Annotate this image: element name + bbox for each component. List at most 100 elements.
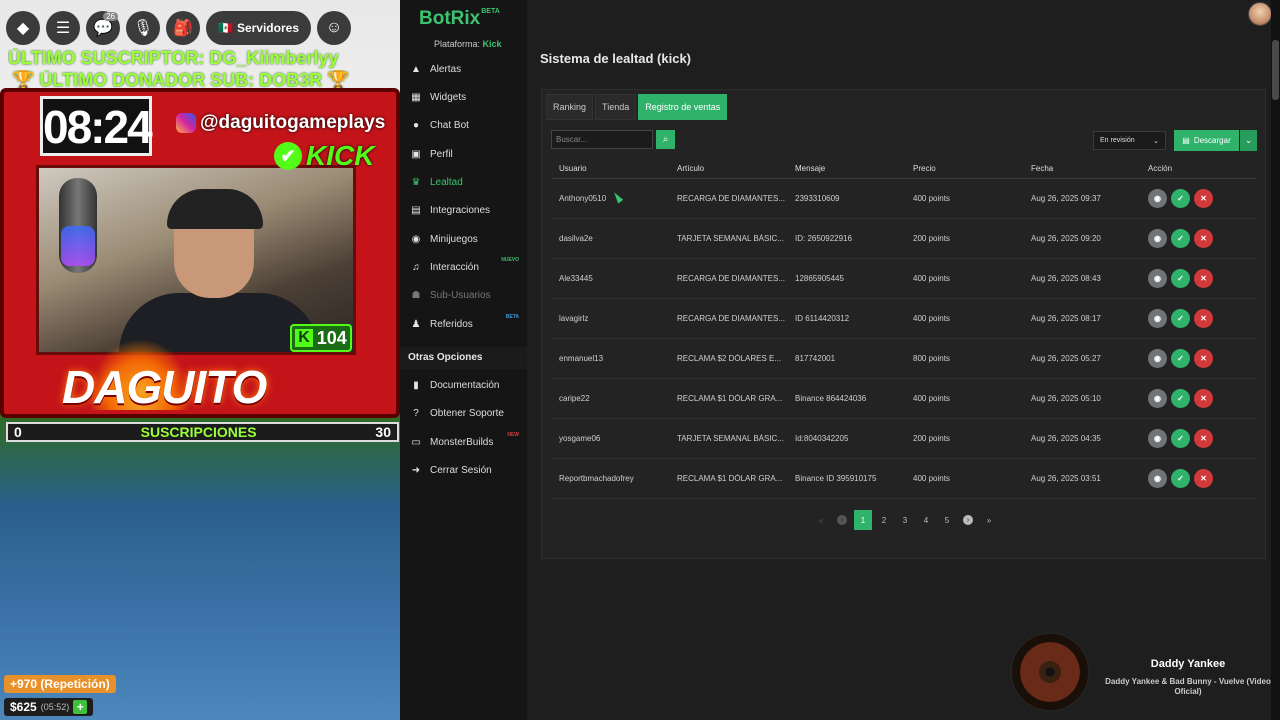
column-header-precio[interactable]: Precio [905, 164, 1023, 173]
tab-registro-ventas[interactable]: Registro de ventas [638, 94, 728, 120]
stream-overlay: ◆ ☰ 💬 26 🎙 🎒 🇲🇽 Servidores ☺ ÚLTIMO SUSCRI… [0, 0, 400, 720]
sidebar-item-integraciones[interactable]: ▤ Integraciones [400, 198, 527, 222]
sidebar-item-monsterbuilds[interactable]: ▭ MonsterBuilds NEW [400, 430, 527, 454]
instagram-handle: @daguitogameplays [176, 112, 385, 134]
table-row: Anthony0510 RECARGA DE DIAMANTES... 239331… [551, 179, 1257, 219]
kick-logo-icon: K [295, 329, 313, 347]
column-header-mensaje[interactable]: Mensaje [787, 164, 905, 173]
servers-button[interactable]: 🇲🇽 Servidores [206, 11, 311, 45]
cell-accion: ◉ ✓ ✕ [1140, 469, 1257, 488]
cell-usuario: Ale33445 [559, 274, 593, 283]
cell-usuario: yosgame06 [559, 434, 601, 443]
eye-icon[interactable]: ◉ [1148, 469, 1167, 488]
approve-check-icon[interactable]: ✓ [1171, 229, 1190, 248]
reject-x-icon[interactable]: ✕ [1194, 469, 1213, 488]
sidebar-item-documentacion[interactable]: ▮ Documentación [400, 373, 527, 397]
eye-icon[interactable]: ◉ [1148, 429, 1167, 448]
sidebar-item-soporte[interactable]: ? Obtener Soporte [400, 401, 527, 425]
approve-check-icon[interactable]: ✓ [1171, 469, 1190, 488]
page-5-button[interactable]: 5 [938, 510, 956, 530]
backpack-icon[interactable]: 🎒 [166, 11, 200, 45]
sidebar-item-label: Sub-Usuarios [430, 289, 491, 301]
page-1-button[interactable]: 1 [854, 510, 872, 530]
sidebar-item-widgets[interactable]: ▦ Widgets [400, 85, 527, 109]
sidebar-item-label: Widgets [430, 91, 467, 103]
approve-check-icon[interactable]: ✓ [1171, 309, 1190, 328]
page-4-button[interactable]: 4 [917, 510, 935, 530]
reject-x-icon[interactable]: ✕ [1194, 349, 1213, 368]
cell-mensaje: Id:8040342205 [795, 434, 849, 443]
chevron-left-icon[interactable]: ‹ [833, 510, 851, 530]
bot-icon: ● [412, 119, 420, 131]
eye-icon[interactable]: ◉ [1148, 309, 1167, 328]
sidebar-item-label: Interacción [430, 261, 479, 273]
sidebar-item-perfil[interactable]: ▣ Perfil [400, 142, 527, 166]
table-row: Ale33445 RECARGA DE DIAMANTES... 128659054… [551, 259, 1257, 299]
approve-check-icon[interactable]: ✓ [1171, 389, 1190, 408]
tab-tienda[interactable]: Tienda [595, 94, 637, 120]
sidebar-item-chat-bot[interactable]: ● Chat Bot [400, 113, 527, 137]
table-row: Reportbmachadofrey RECLAMA $1 DÓLAR GRA..… [551, 459, 1257, 499]
sidebar-item-sub-usuarios[interactable]: ☗ Sub-Usuarios [400, 283, 527, 307]
approve-check-icon[interactable]: ✓ [1171, 349, 1190, 368]
cell-precio: 200 points [913, 434, 950, 443]
hamburger-icon[interactable]: ☰ [46, 11, 80, 45]
column-header-usuario[interactable]: Usuario [551, 164, 669, 173]
sidebar-item-interaccion[interactable]: ♫ Interacción NUEVO [400, 255, 527, 279]
tab-ranking[interactable]: Ranking [546, 94, 594, 120]
user-avatar[interactable] [1248, 2, 1272, 26]
music-icon: ♫ [412, 261, 420, 273]
roblox-logo-icon[interactable]: ◆ [6, 11, 40, 45]
reject-x-icon[interactable]: ✕ [1194, 389, 1213, 408]
download-options-toggle[interactable]: ⌄ [1240, 130, 1257, 151]
eye-icon[interactable]: ◉ [1148, 189, 1167, 208]
eye-icon[interactable]: ◉ [1148, 389, 1167, 408]
platform-indicator: Plataforma: Kick [434, 39, 502, 49]
status-filter-select[interactable]: En revisión ⌄ [1093, 131, 1166, 150]
sidebar-item-cerrar-sesion[interactable]: ➜ Cerrar Sesión [400, 458, 527, 482]
download-button[interactable]: ▤ Descargar [1174, 130, 1239, 151]
table-row: yosgame06 TARJETA SEMANAL BÁSIC... Id:8040… [551, 419, 1257, 459]
reject-x-icon[interactable]: ✕ [1194, 309, 1213, 328]
reject-x-icon[interactable]: ✕ [1194, 429, 1213, 448]
sidebar-item-alertas[interactable]: ▲ Alertas [400, 57, 527, 81]
sidebar-item-lealtad[interactable]: ♛ Lealtad [400, 170, 527, 194]
emote-icon[interactable]: ☺ [317, 11, 351, 45]
profile-icon: ▣ [411, 148, 421, 160]
reject-x-icon[interactable]: ✕ [1194, 189, 1213, 208]
page-2-button[interactable]: 2 [875, 510, 893, 530]
search-input[interactable] [551, 130, 653, 149]
cell-usuario: lavagirlz [559, 314, 589, 323]
kick-badge: ✔ KICK [274, 140, 374, 172]
cell-precio: 400 points [913, 314, 950, 323]
integrations-icon: ▤ [411, 204, 421, 216]
double-chevron-left-icon[interactable]: « [812, 510, 830, 530]
chevron-right-icon[interactable]: › [959, 510, 977, 530]
plus-icon[interactable]: + [73, 700, 88, 714]
page-3-button[interactable]: 3 [896, 510, 914, 530]
reject-x-icon[interactable]: ✕ [1194, 229, 1213, 248]
search-button[interactable]: ⌕ [656, 130, 675, 149]
eye-icon[interactable]: ◉ [1148, 269, 1167, 288]
column-header-articulo[interactable]: Artículo [669, 164, 787, 173]
microphone-icon[interactable]: 🎙 [126, 11, 160, 45]
brand-logo[interactable]: BotRixBETA [419, 8, 500, 30]
approve-check-icon[interactable]: ✓ [1171, 189, 1190, 208]
column-header-fecha[interactable]: Fecha [1023, 164, 1140, 173]
kick-count-value: 104 [316, 327, 347, 348]
approve-check-icon[interactable]: ✓ [1171, 269, 1190, 288]
sidebar-item-label: Integraciones [430, 204, 491, 216]
cell-articulo: RECLAMA $1 DÓLAR GRA... [677, 474, 783, 483]
chat-icon[interactable]: 💬 26 [86, 11, 120, 45]
now-playing-artist: Daddy Yankee [1150, 658, 1226, 670]
sidebar-item-referidos[interactable]: ♟ Referidos BETA [400, 312, 527, 336]
eye-icon[interactable]: ◉ [1148, 349, 1167, 368]
double-chevron-right-icon[interactable]: » [980, 510, 998, 530]
page-scrollbar[interactable] [1271, 0, 1280, 720]
scrollbar-thumb[interactable] [1272, 40, 1279, 100]
now-playing-widget: Daddy Yankee Daddy Yankee & Bad Bunny - … [1008, 632, 1280, 720]
eye-icon[interactable]: ◉ [1148, 229, 1167, 248]
sidebar-item-minijuegos[interactable]: ◉ Minijuegos [400, 227, 527, 251]
approve-check-icon[interactable]: ✓ [1171, 429, 1190, 448]
reject-x-icon[interactable]: ✕ [1194, 269, 1213, 288]
